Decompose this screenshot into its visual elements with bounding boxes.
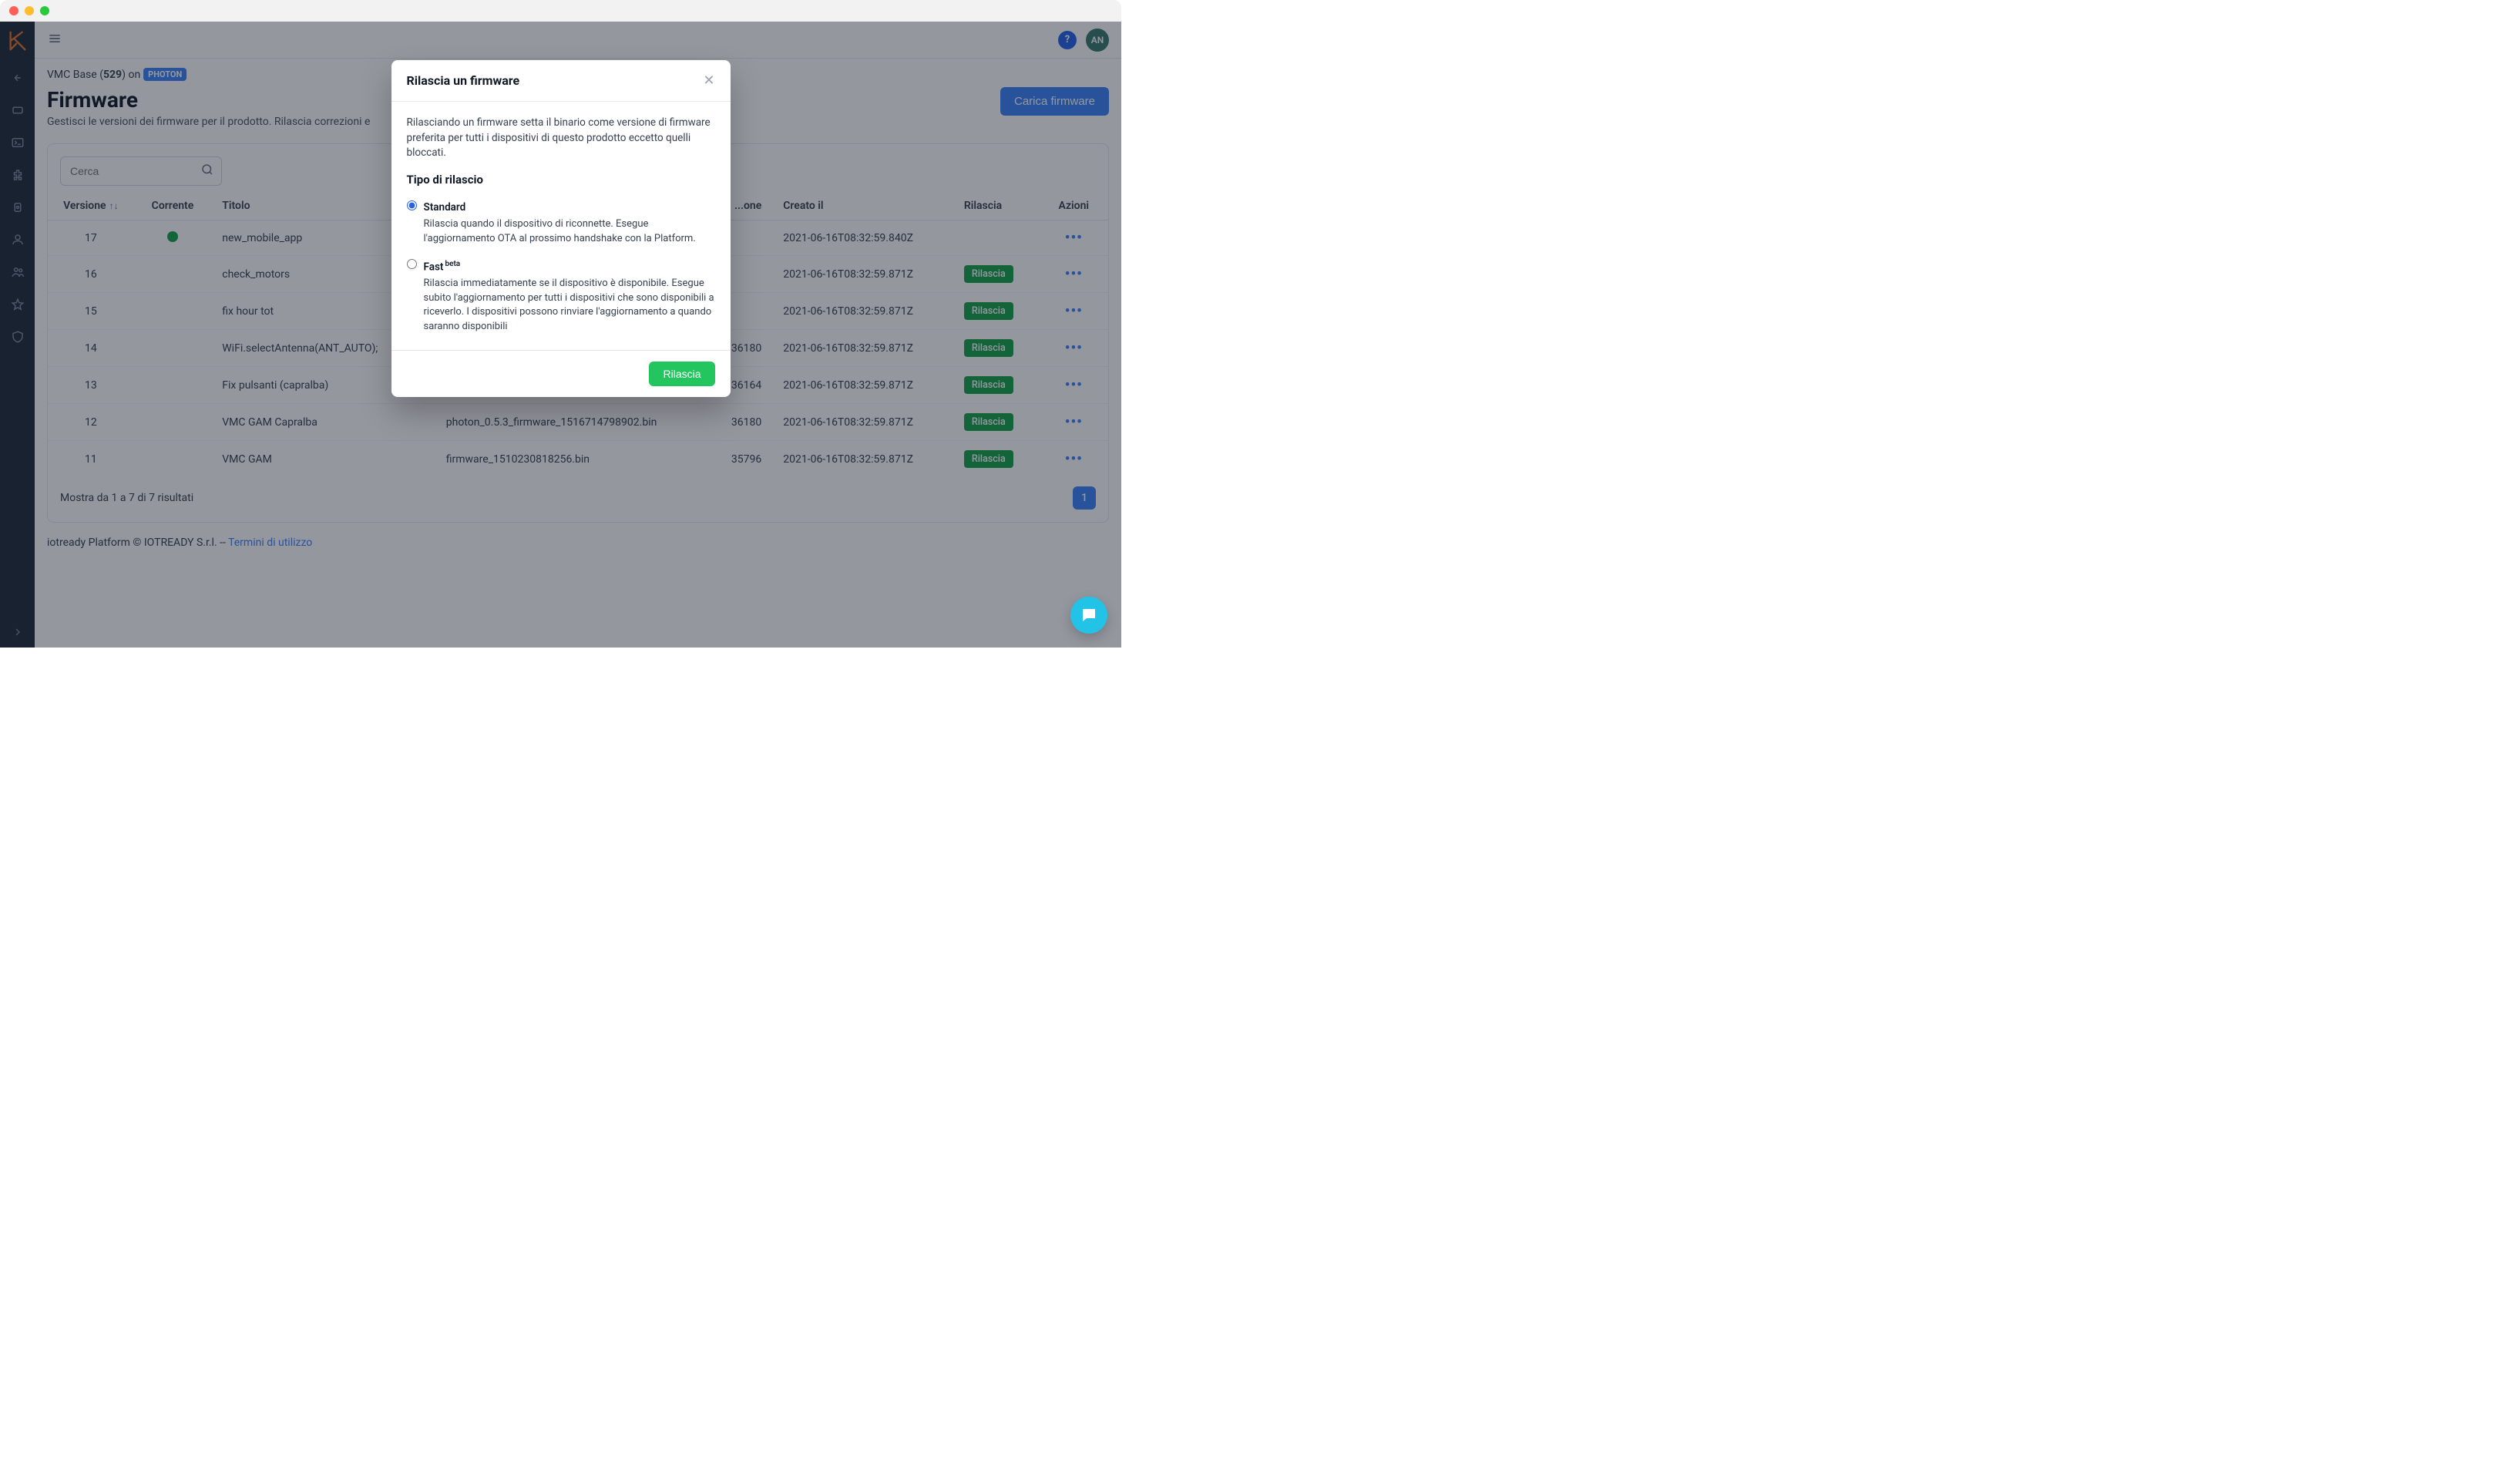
window-max-dot[interactable] [40, 6, 49, 15]
radio-fast-title: Fastbeta [424, 259, 715, 275]
window-min-dot[interactable] [25, 6, 34, 15]
radio-standard[interactable] [407, 200, 417, 210]
modal-section-title: Tipo di rilascio [407, 172, 715, 189]
modal-overlay[interactable]: Rilascia un firmware ✕ Rilasciando un fi… [0, 22, 1121, 648]
release-submit-button[interactable]: Rilascia [649, 362, 714, 386]
chat-icon [1080, 606, 1098, 624]
radio-fast[interactable] [407, 259, 417, 269]
close-icon[interactable]: ✕ [703, 72, 714, 89]
modal-intro: Rilasciando un firmware setta il binario… [407, 116, 715, 161]
chat-bubble-button[interactable] [1070, 597, 1107, 634]
radio-standard-desc: Rilascia quando il dispositivo di riconn… [424, 217, 715, 247]
beta-badge: beta [445, 260, 460, 268]
release-modal: Rilascia un firmware ✕ Rilasciando un fi… [391, 60, 731, 397]
radio-standard-title: Standard [424, 200, 715, 216]
window-titlebar [0, 0, 1121, 22]
modal-title: Rilascia un firmware [407, 73, 520, 88]
radio-fast-desc: Rilascia immediatamente se il dispositiv… [424, 277, 715, 335]
window-close-dot[interactable] [9, 6, 18, 15]
